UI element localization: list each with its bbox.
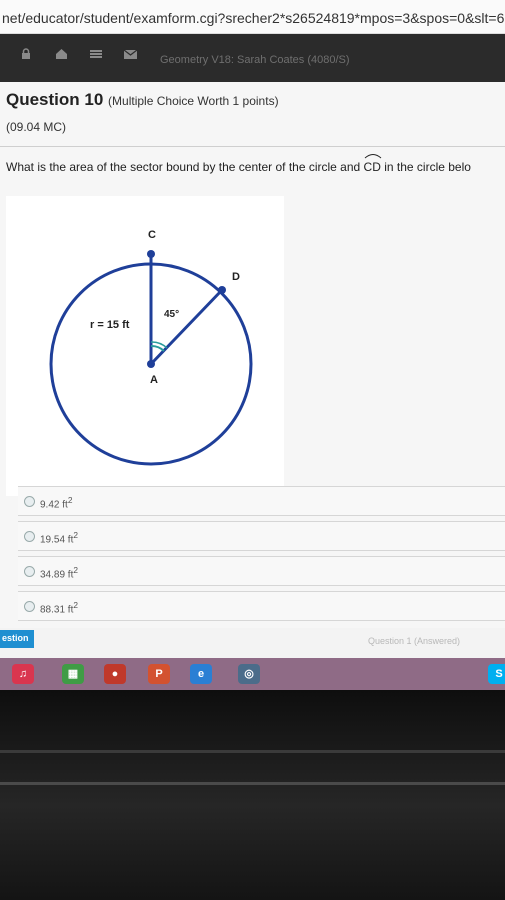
question-text: What is the area of the sector bound by …	[6, 154, 471, 174]
angle-arc	[150, 345, 165, 352]
point-a-dot	[147, 360, 155, 368]
app-icon[interactable]: ◎	[238, 664, 260, 684]
radio-button[interactable]	[24, 531, 35, 542]
arc-label: CD	[363, 154, 381, 174]
question-worth: (Multiple Choice Worth 1 points)	[108, 94, 279, 108]
itunes-icon[interactable]: ♫	[12, 664, 34, 684]
arc-symbol-icon	[364, 154, 381, 159]
answer-option-2[interactable]: 19.54 ft2	[18, 521, 505, 551]
circle-figure: C D A r = 15 ft 45°	[6, 196, 284, 496]
label-a: A	[150, 374, 158, 386]
divider	[0, 146, 505, 147]
question-text-start: What is the area of the sector bound by …	[6, 160, 364, 174]
taskbar: ♫ ▦ ● Pe ◎ S	[0, 658, 505, 690]
course-title: Geometry V18: Sarah Coates (4080/S)	[160, 54, 350, 66]
arc-name: CD	[363, 160, 381, 174]
radio-button[interactable]	[24, 601, 35, 612]
radius-label: r = 15 ft	[90, 319, 130, 331]
chrome-icon[interactable]: ●	[104, 664, 126, 684]
radius-ad	[149, 288, 224, 366]
radio-button[interactable]	[24, 496, 35, 507]
answer-label: 88.31 ft2	[40, 600, 78, 616]
circle-diagram: C D A r = 15 ft 45°	[49, 229, 253, 466]
menu-icon[interactable]	[90, 48, 102, 63]
powerpoint-icon[interactable]: P	[148, 664, 170, 684]
previous-question-button[interactable]: estion	[0, 630, 34, 648]
label-d: D	[232, 271, 240, 283]
answer-option-4[interactable]: 88.31 ft2	[18, 591, 505, 621]
mail-icon[interactable]	[123, 48, 138, 63]
angle-label: 45°	[164, 309, 179, 320]
browser-address-bar[interactable]: net/educator/student/examform.cgi?sreche…	[0, 0, 505, 34]
answer-option-3[interactable]: 34.89 ft2	[18, 556, 505, 586]
home-icon[interactable]	[55, 48, 68, 63]
monitor-bezel	[0, 690, 505, 900]
question-code: (09.04 MC)	[6, 120, 67, 134]
answer-label: 9.42 ft2	[40, 495, 73, 511]
lock-icon[interactable]	[20, 48, 32, 63]
answer-label: 19.54 ft2	[40, 530, 78, 546]
question-status: Question 1 (Answered)	[368, 636, 461, 646]
question-heading: Question 10 (Multiple Choice Worth 1 poi…	[6, 90, 279, 110]
answer-option-1[interactable]: 9.42 ft2	[18, 486, 505, 516]
point-d-dot	[218, 286, 226, 294]
screen: net/educator/student/examform.cgi?sreche…	[0, 0, 505, 690]
question-text-end: in the circle belo	[380, 160, 471, 174]
point-c-dot	[147, 250, 155, 258]
radio-button[interactable]	[24, 566, 35, 577]
url-text[interactable]: net/educator/student/examform.cgi?sreche…	[2, 10, 505, 26]
calculator-icon[interactable]: ▦	[62, 664, 84, 684]
skype-icon[interactable]: S	[488, 664, 505, 684]
question-number: Question 10	[6, 90, 104, 109]
label-c: C	[148, 229, 156, 241]
question-footer: estion Question 1 (Answered)	[0, 628, 505, 656]
internet-explorer-icon[interactable]: e	[190, 664, 212, 684]
bezel-edge	[0, 750, 505, 753]
answer-label: 34.89 ft2	[40, 565, 78, 581]
keyboard-edge	[0, 782, 505, 785]
